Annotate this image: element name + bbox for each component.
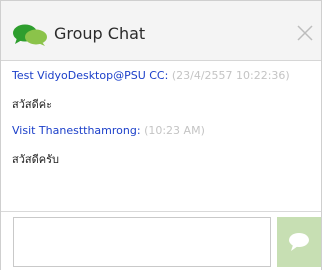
message-text: สวัสดีครับ [12, 153, 59, 166]
chat-bubbles-icon [13, 24, 47, 46]
send-button[interactable] [277, 217, 321, 267]
window-title: Group Chat [54, 24, 146, 43]
message-input[interactable] [13, 217, 271, 267]
message-sender: Visit Thanestthamrong: [12, 124, 141, 137]
speech-bubble-icon [289, 233, 309, 251]
message-header: Visit Thanestthamrong: (10:23 AM) [12, 124, 205, 138]
chat-header: Group Chat [1, 1, 321, 61]
message-sender: Test VidyoDesktop@PSU CC: [12, 69, 169, 82]
message-timestamp: (23/4/2557 10:22:36) [171, 69, 290, 82]
close-icon[interactable] [293, 21, 317, 45]
group-chat-window: Group Chat Test VidyoDesktop@PSU CC: (23… [0, 0, 322, 270]
message-list[interactable]: Test VidyoDesktop@PSU CC: (23/4/2557 10:… [1, 61, 321, 211]
message-timestamp: (10:23 AM) [144, 124, 205, 137]
message-composer [1, 211, 321, 270]
message-text: สวัสดีค่ะ [12, 98, 53, 111]
message-header: Test VidyoDesktop@PSU CC: (23/4/2557 10:… [12, 69, 290, 83]
